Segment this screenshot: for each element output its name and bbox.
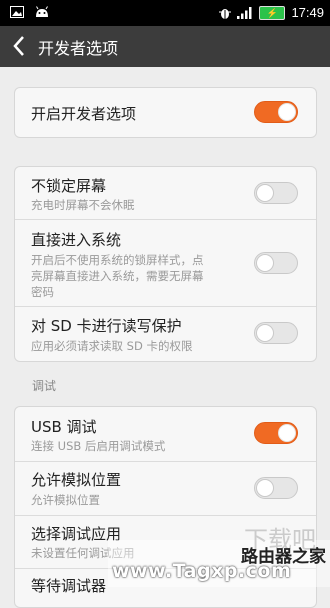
back-arrow-icon[interactable] [10,34,30,58]
setting-label: 直接进入系统 [31,231,122,249]
toggle-knob [278,424,296,442]
section-header-debug: 调试 [32,379,57,393]
group1-card: 不锁定屏幕 充电时屏幕不会休眠 直接进入系统 开启后不使用系统的锁屏样式，点 亮… [14,166,317,362]
toggle-knob [278,103,296,121]
master-switch-toggle[interactable] [254,101,298,123]
image-notification-icon [10,6,24,18]
list-item[interactable]: 不锁定屏幕 充电时屏幕不会休眠 [15,167,316,219]
list-item[interactable]: 允许模拟位置 允许模拟位置 [15,462,316,515]
clock: 17:49 [291,5,324,20]
setting-label: 不锁定屏幕 [31,177,107,195]
setting-summary-line: 亮屏幕直接进入系统，需要无屏幕 [31,269,204,283]
toggle-knob [256,254,274,272]
direct-enter-toggle[interactable] [254,252,298,274]
toggle-knob [256,479,274,497]
list-item[interactable]: 对 SD 卡进行读写保护 应用必须请求读取 SD 卡的权限 [15,307,316,361]
master-switch-label: 开启开发者选项 [31,105,137,123]
sd-protect-toggle[interactable] [254,322,298,344]
list-item[interactable]: USB 调试 连接 USB 后启用调试模式 [15,407,316,461]
toggle-knob [256,184,274,202]
watermark-url: www.Tagxp.com [112,560,292,582]
toggle-knob [256,324,274,342]
setting-summary: 应用必须请求读取 SD 卡的权限 [31,339,193,353]
master-switch-card[interactable]: 开启开发者选项 [14,87,317,138]
status-bar: ⚡ 17:49 [0,0,330,26]
setting-label: 等待调试器 [31,577,107,595]
setting-label: 允许模拟位置 [31,471,122,489]
setting-summary: 允许模拟位置 [31,493,100,507]
mock-location-toggle[interactable] [254,477,298,499]
setting-summary-line: 开启后不使用系统的锁屏样式，点 [31,253,204,267]
list-item[interactable]: 直接进入系统 开启后不使用系统的锁屏样式，点 亮屏幕直接进入系统，需要无屏幕 密… [15,220,316,306]
signal-icon [237,6,252,19]
title-bar: 开发者选项 [0,26,330,67]
usb-debug-toggle[interactable] [254,422,298,444]
battery-icon: ⚡ [259,5,286,20]
android-icon [36,6,48,17]
setting-summary: 连接 USB 后启用调试模式 [31,439,166,453]
debug-bug-icon [219,8,232,19]
setting-summary-line: 密码 [31,285,54,299]
watermark: 下载吧 路由器之家 www.Tagxp.com [108,526,330,587]
page-title: 开发者选项 [38,39,119,58]
stay-awake-toggle[interactable] [254,182,298,204]
setting-label: USB 调试 [31,418,97,436]
master-switch-row[interactable]: 开启开发者选项 [15,88,316,137]
setting-summary: 充电时屏幕不会休眠 [31,198,135,212]
setting-label: 对 SD 卡进行读写保护 [31,317,182,335]
